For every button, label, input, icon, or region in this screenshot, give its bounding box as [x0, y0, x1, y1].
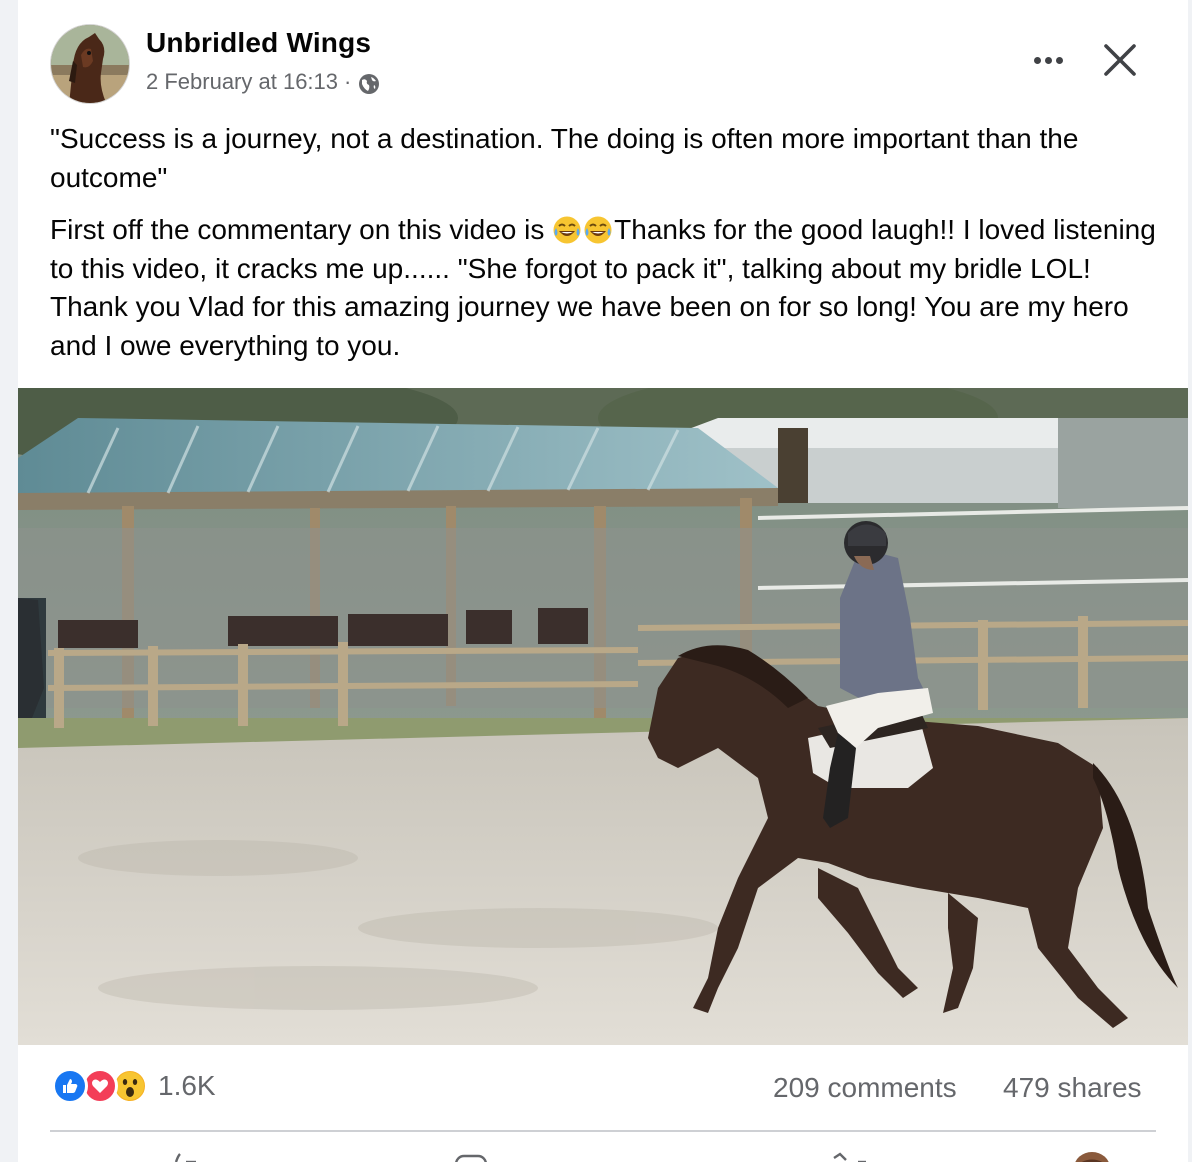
meta-separator: ·: [344, 69, 352, 94]
shares-count[interactable]: 479 shares: [1003, 1072, 1142, 1104]
globe-icon[interactable]: [357, 72, 381, 96]
close-button[interactable]: [1098, 38, 1142, 82]
comments-count[interactable]: 209 comments: [773, 1072, 957, 1104]
post-body: First off the commentary on this video i…: [50, 211, 1170, 365]
post-card: Unbridled Wings 2 February at 16:13 · "S…: [18, 0, 1188, 1162]
post-timestamp[interactable]: 2 February at 16:13: [146, 69, 338, 95]
profile-avatar[interactable]: [1074, 1152, 1110, 1162]
action-bar: [18, 1140, 1188, 1162]
comment-icon[interactable]: [454, 1152, 490, 1162]
post-meta: 2 February at 16:13 ·: [146, 68, 381, 96]
video-player[interactable]: [18, 388, 1188, 1045]
share-icon[interactable]: [830, 1152, 866, 1162]
laughing-tears-emoji-icon: [583, 215, 613, 245]
dot-icon: [1044, 56, 1052, 64]
more-options-button[interactable]: [1024, 44, 1072, 76]
dot-icon: [1055, 56, 1063, 64]
reactions-summary[interactable]: 1.6K: [52, 1068, 216, 1104]
like-reaction-icon: [52, 1068, 88, 1104]
like-icon[interactable]: [168, 1152, 204, 1162]
stats-divider: [50, 1130, 1156, 1132]
video-frame: [18, 388, 1188, 1045]
post-header: Unbridled Wings 2 February at 16:13 ·: [18, 0, 1188, 110]
reaction-count[interactable]: 1.6K: [158, 1070, 216, 1102]
post-body-start: First off the commentary on this video i…: [50, 214, 553, 245]
dot-icon: [1033, 56, 1041, 64]
post-quote: "Success is a journey, not a destination…: [50, 123, 1079, 193]
author-avatar[interactable]: [50, 24, 130, 104]
post-text: "Success is a journey, not a destination…: [50, 120, 1170, 379]
laughing-tears-emoji-icon: [552, 215, 582, 245]
post-stats: 1.6K 209 comments 479 shares: [18, 1046, 1188, 1130]
close-icon: [1104, 44, 1136, 76]
author-name[interactable]: Unbridled Wings: [146, 27, 371, 59]
